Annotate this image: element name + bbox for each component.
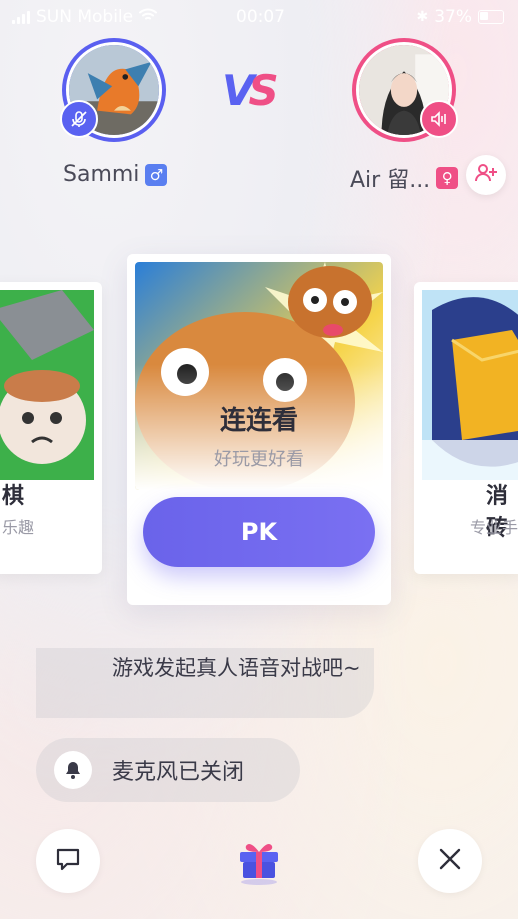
bell-icon <box>54 751 92 789</box>
add-friend-button[interactable] <box>466 155 506 195</box>
pk-button[interactable]: PK <box>143 497 375 567</box>
wifi-icon <box>139 7 158 27</box>
close-button[interactable] <box>418 829 482 893</box>
game-subtitle: 乐趣 <box>2 518 35 537</box>
chat-bubble-icon <box>53 844 83 878</box>
mic-off-icon[interactable] <box>60 100 98 138</box>
system-notice: 麦克风已关闭 <box>36 738 300 802</box>
player-left-avatar[interactable] <box>60 38 166 142</box>
game-card-main[interactable]: 连连看 好玩更好看 PK <box>127 254 391 605</box>
male-icon: ♂ <box>145 163 168 186</box>
battery-percent: 37% <box>434 7 472 27</box>
clock: 00:07 <box>236 7 285 27</box>
gift-button[interactable] <box>236 836 282 886</box>
game-art <box>422 290 518 480</box>
carrier-label: SUN Mobile <box>36 7 134 27</box>
player-right-name: Air 留... ♀ <box>350 162 459 194</box>
chat-button[interactable] <box>36 829 100 893</box>
chat-message: 游戏发起真人语音对战吧~ <box>36 648 374 718</box>
player-name-label: Sammi <box>63 162 140 187</box>
add-user-icon <box>474 161 498 189</box>
game-card-right[interactable]: 消砖 专业手 <box>414 282 518 574</box>
game-title: 棋 <box>2 484 25 509</box>
player-left-name: Sammi ♂ <box>63 162 168 187</box>
game-card-left[interactable]: 棋 乐趣 <box>0 282 102 574</box>
game-subtitle: 专业手 <box>470 518 518 537</box>
signal-icon <box>12 10 30 24</box>
player-name-label: Air 留... <box>350 168 431 193</box>
game-art <box>0 290 94 480</box>
system-notice-text: 麦克风已关闭 <box>112 760 245 785</box>
game-title-block: 连连看 好玩更好看 <box>127 400 391 471</box>
gift-icon <box>236 844 282 890</box>
status-bar: SUN Mobile 00:07 ✱ 37% <box>0 0 518 34</box>
game-subtitle: 好玩更好看 <box>214 449 304 470</box>
game-title: 连连看 <box>219 406 298 436</box>
speaker-icon[interactable] <box>420 100 458 138</box>
battery-icon <box>478 10 504 24</box>
vs-logo: VS <box>222 66 279 115</box>
female-icon: ♀ <box>436 167 459 189</box>
player-right-avatar[interactable] <box>352 38 458 142</box>
close-icon <box>438 847 462 875</box>
bluetooth-icon: ✱ <box>416 9 429 25</box>
chat-message-text: 游戏发起真人语音对战吧~ <box>112 656 361 680</box>
